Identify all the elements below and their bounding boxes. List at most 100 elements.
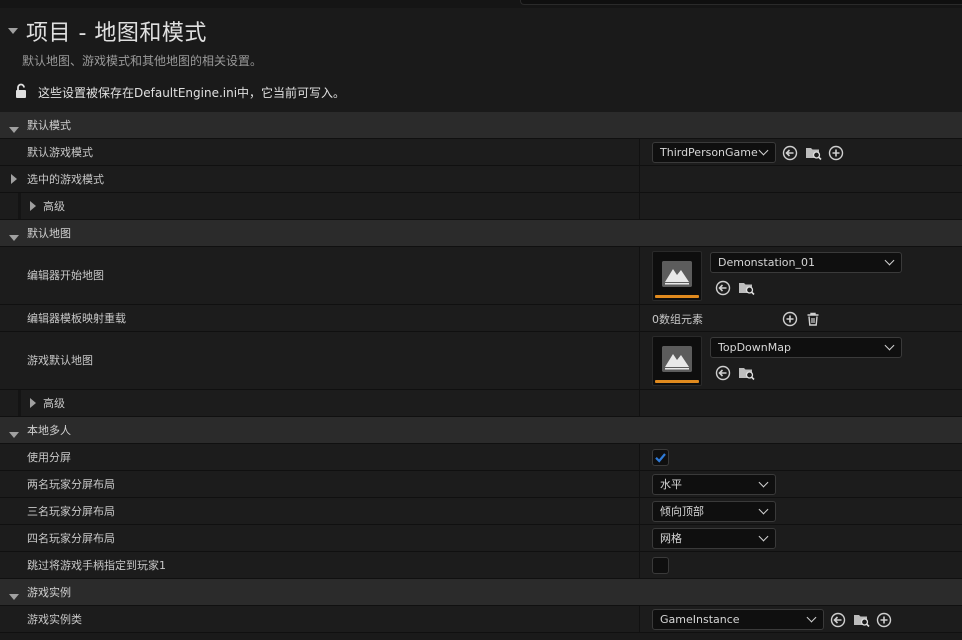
row-skip-assign-gamepad: 跳过将游戏手柄指定到玩家1 <box>0 552 962 579</box>
title-row[interactable]: 项目 - 地图和模式 <box>8 16 207 46</box>
two-player-layout-dropdown[interactable]: 水平 <box>652 474 776 495</box>
property-value <box>652 247 702 305</box>
row-editor-template-override: 编辑器模板映射重载 0数组元素 <box>0 305 962 332</box>
add-circle-icon[interactable] <box>827 144 845 162</box>
row-three-player-layout: 三名玩家分屏布局 倾向顶部 <box>0 498 962 525</box>
chevron-down-icon[interactable] <box>9 428 19 441</box>
map-thumbnail[interactable] <box>652 251 702 301</box>
column-divider[interactable] <box>639 166 640 192</box>
category-default-modes[interactable]: 默认模式 <box>0 112 962 139</box>
row-editor-startup-map: 编辑器开始地图 Demonstation_01 <box>0 247 962 305</box>
game-instance-class-dropdown[interactable]: GameInstance <box>652 609 824 630</box>
four-player-layout-dropdown[interactable]: 网格 <box>652 528 776 549</box>
column-divider[interactable] <box>639 390 640 416</box>
category-label: 本地多人 <box>27 424 71 437</box>
folder-search-icon[interactable] <box>737 279 755 297</box>
array-count: 0数组元素 <box>652 312 703 326</box>
chevron-down-icon[interactable] <box>9 590 19 603</box>
page-subtitle: 默认地图、游戏模式和其他地图的相关设置。 <box>22 54 263 68</box>
game-default-map-dropdown[interactable]: TopDownMap <box>710 337 902 358</box>
column-divider[interactable] <box>639 139 640 165</box>
chevron-right-icon[interactable] <box>11 174 17 187</box>
column-divider[interactable] <box>639 332 640 389</box>
folder-search-icon[interactable] <box>852 611 870 629</box>
trash-icon[interactable] <box>804 310 822 328</box>
dropdown-value: 水平 <box>660 478 682 491</box>
dropdown-value: 倾向顶部 <box>660 505 704 518</box>
chevron-down-icon <box>806 612 817 623</box>
collapse-arrow-icon[interactable] <box>8 28 18 34</box>
property-label: 使用分屏 <box>27 451 71 464</box>
chevron-down-icon <box>758 504 769 515</box>
config-notice: 这些设置被保存在DefaultEngine.ini中，它当前可写入。 <box>14 83 345 102</box>
chevron-down-icon <box>884 255 895 266</box>
category-local-multiplayer[interactable]: 本地多人 <box>0 417 962 444</box>
folder-search-icon[interactable] <box>737 364 755 382</box>
column-divider[interactable] <box>639 193 640 219</box>
indent-bar <box>18 193 21 219</box>
property-value <box>652 444 669 471</box>
property-label: 编辑器开始地图 <box>27 269 104 282</box>
property-label: 三名玩家分屏布局 <box>27 505 115 518</box>
advanced-label: 高级 <box>43 200 65 213</box>
column-divider[interactable] <box>639 606 640 632</box>
column-divider[interactable] <box>639 444 640 470</box>
use-splitscreen-checkbox[interactable] <box>652 449 669 466</box>
three-player-layout-dropdown[interactable]: 倾向顶部 <box>652 501 776 522</box>
property-value: 倾向顶部 <box>652 498 776 525</box>
column-divider[interactable] <box>639 552 640 578</box>
row-two-player-layout: 两名玩家分屏布局 水平 <box>0 471 962 498</box>
dropdown-value: TopDownMap <box>718 341 791 354</box>
skip-assign-gamepad-checkbox[interactable] <box>652 557 669 574</box>
browse-back-arrow-icon[interactable] <box>781 144 799 162</box>
row-modes-advanced[interactable]: 高级 <box>0 193 962 220</box>
browse-back-arrow-icon[interactable] <box>829 611 847 629</box>
config-notice-text: 这些设置被保存在DefaultEngine.ini中，它当前可写入。 <box>38 86 346 100</box>
add-circle-icon[interactable] <box>875 611 893 629</box>
chevron-right-icon[interactable] <box>30 398 36 411</box>
property-value: 水平 <box>652 471 776 498</box>
chevron-down-icon[interactable] <box>9 123 19 136</box>
chevron-down-icon <box>758 145 769 156</box>
dropdown-value: GameInstance <box>660 613 740 626</box>
asset-type-bar <box>655 380 699 383</box>
column-divider[interactable] <box>639 525 640 551</box>
row-four-player-layout: 四名玩家分屏布局 网格 <box>0 525 962 552</box>
row-game-default-map: 游戏默认地图 TopDownMap <box>0 332 962 390</box>
chevron-down-icon <box>884 340 895 351</box>
column-divider[interactable] <box>639 471 640 497</box>
property-label: 游戏默认地图 <box>27 354 93 367</box>
property-label: 选中的游戏模式 <box>27 173 104 186</box>
gamemode-dropdown[interactable]: ThirdPersonGame <box>652 142 776 163</box>
column-divider[interactable] <box>639 305 640 331</box>
category-game-instance[interactable]: 游戏实例 <box>0 579 962 606</box>
browse-back-arrow-icon[interactable] <box>714 279 732 297</box>
dropdown-value: ThirdPersonGame <box>660 146 758 159</box>
asset-picker: TopDownMap <box>710 337 902 382</box>
indent-bar <box>18 390 21 416</box>
chevron-down-icon[interactable] <box>9 231 19 244</box>
property-value: 0数组元素 <box>652 305 822 332</box>
category-label: 默认地图 <box>27 227 71 240</box>
map-thumbnail[interactable] <box>652 336 702 386</box>
map-thumbnail-icon <box>662 261 692 287</box>
chevron-right-icon[interactable] <box>30 201 36 214</box>
column-divider[interactable] <box>639 498 640 524</box>
browse-back-arrow-icon[interactable] <box>714 364 732 382</box>
folder-search-icon[interactable] <box>804 144 822 162</box>
property-label: 默认游戏模式 <box>27 146 93 159</box>
category-label: 默认模式 <box>27 119 71 132</box>
property-label: 四名玩家分屏布局 <box>27 532 115 545</box>
row-selected-gamemode[interactable]: 选中的游戏模式 <box>0 166 962 193</box>
property-value: GameInstance <box>652 606 893 633</box>
row-maps-advanced[interactable]: 高级 <box>0 390 962 417</box>
settings-rows: 默认模式 默认游戏模式 ThirdPersonGame 选中的游戏模式 高级 默… <box>0 112 962 633</box>
column-divider[interactable] <box>639 247 640 304</box>
add-circle-icon[interactable] <box>781 310 799 328</box>
map-thumbnail-icon <box>662 346 692 372</box>
category-default-maps[interactable]: 默认地图 <box>0 220 962 247</box>
property-label: 跳过将游戏手柄指定到玩家1 <box>27 559 166 572</box>
checkmark-icon <box>655 453 666 463</box>
property-label: 编辑器模板映射重载 <box>27 312 126 325</box>
editor-startup-map-dropdown[interactable]: Demonstation_01 <box>710 252 902 273</box>
